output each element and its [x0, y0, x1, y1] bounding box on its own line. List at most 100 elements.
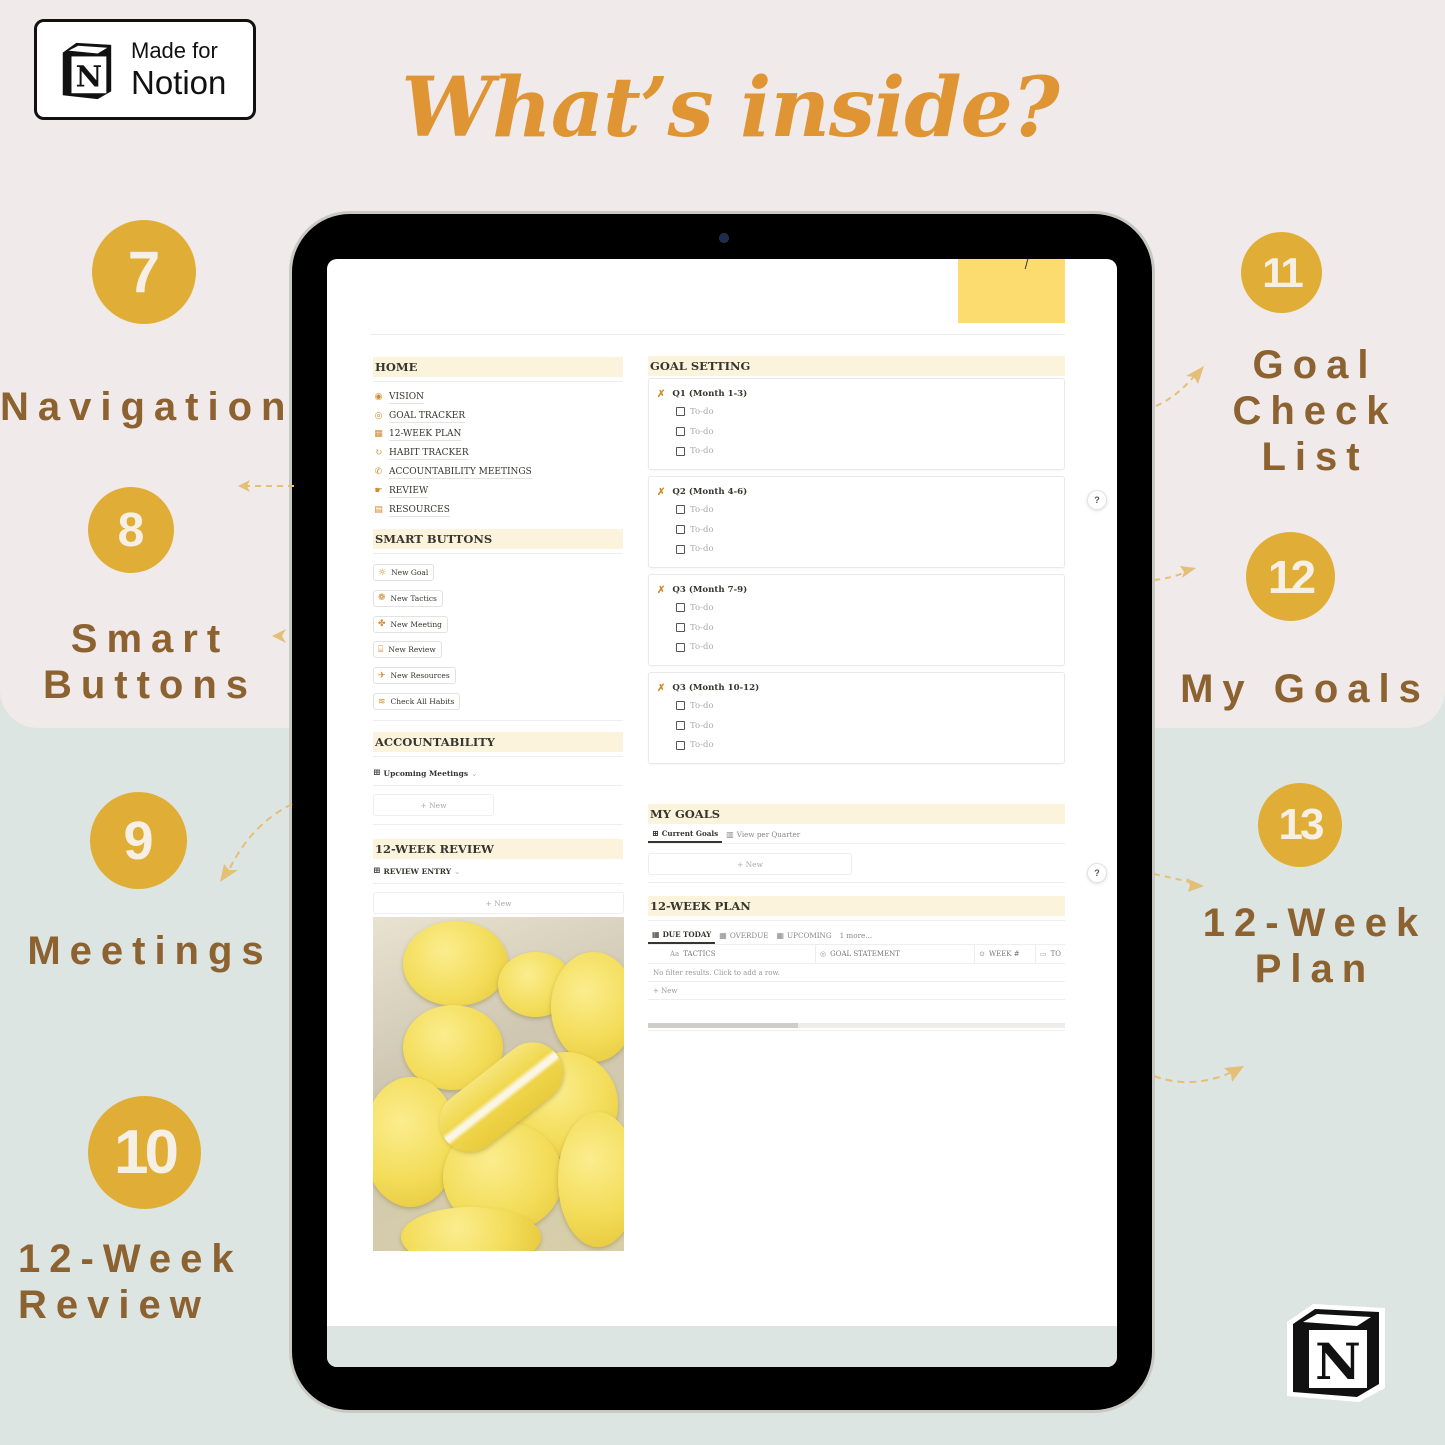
- todo-item[interactable]: To-do: [676, 598, 1056, 618]
- todo-item[interactable]: To-do: [676, 618, 1056, 638]
- callout-label-navigation: Navigation: [0, 385, 295, 429]
- todo-item[interactable]: To-do: [676, 520, 1056, 540]
- left-column: HOME ◉ VISION ◎ GOAL TRACKER ▦ 12-WEEK PLAN…: [373, 357, 624, 1252]
- todo-item[interactable]: To-do: [676, 500, 1056, 520]
- todo-item[interactable]: To-do: [676, 539, 1056, 559]
- nav-link-goal-tracker[interactable]: ◎ GOAL TRACKER: [373, 407, 623, 426]
- section-home-title: HOME: [373, 357, 623, 377]
- tab-view-per-quarter[interactable]: ▥ View per Quarter: [722, 830, 804, 843]
- new-meeting-button[interactable]: ✤ New Meeting: [373, 615, 448, 633]
- crossed-arrows-icon: ✗: [657, 682, 666, 694]
- column-header-week[interactable]: ⊙ WEEK #: [975, 945, 1036, 963]
- callout-number-10: 10: [88, 1096, 201, 1209]
- callout-label-12-week-review: 12-Week Review: [18, 1237, 243, 1327]
- todo-item[interactable]: To-do: [676, 716, 1056, 736]
- callout-label-my-goals: My Goals: [1180, 667, 1430, 711]
- checkbox[interactable]: [676, 427, 685, 437]
- puzzle-icon: ✤: [378, 619, 386, 630]
- upcoming-meetings-view-tab[interactable]: ⊞ Upcoming Meetings ⌄: [373, 763, 623, 783]
- checkbox[interactable]: [676, 505, 685, 515]
- nav-link-review[interactable]: ☛ REVIEW: [373, 482, 623, 501]
- section-goal-setting-title: GOAL SETTING: [648, 356, 1065, 376]
- nav-link-resources[interactable]: ▤ RESOURCES: [373, 501, 623, 520]
- horizontal-scrollbar[interactable]: [648, 1023, 1065, 1028]
- callout-label-goal-check-list: Goal Check List: [1232, 343, 1398, 479]
- nav-link-vision[interactable]: ◉ VISION: [373, 388, 623, 407]
- badge-line2: Notion: [131, 64, 227, 101]
- tab-current-goals[interactable]: ⊞ Current Goals: [648, 828, 723, 843]
- new-review-button[interactable]: ⌸ New Review: [373, 641, 442, 659]
- checkbox[interactable]: [676, 623, 685, 633]
- crossed-arrows-icon: ✗: [657, 486, 666, 498]
- section-smart-buttons-title: SMART BUTTONS: [373, 528, 623, 549]
- my-goals-new-button[interactable]: + New: [648, 853, 852, 875]
- todo-item[interactable]: To-do: [676, 735, 1056, 755]
- todo-item[interactable]: To-do: [676, 402, 1056, 422]
- accountability-new-button[interactable]: + New: [373, 794, 494, 817]
- new-goal-button[interactable]: ☼ New Goal: [373, 564, 435, 582]
- new-resources-button[interactable]: ✈ New Resources: [373, 667, 456, 685]
- check-all-habits-button[interactable]: ≋ Check All Habits: [373, 693, 461, 711]
- nav-link-accountability-meetings[interactable]: ✆ ACCOUNTABILITY MEETINGS: [373, 463, 623, 482]
- section-my-goals-title: MY GOALS: [648, 804, 1065, 824]
- made-for-notion-badge: N Made for Notion: [34, 19, 256, 120]
- empty-results-row[interactable]: No filter results. Click to add a row.: [648, 964, 1065, 982]
- callout-number-11: 11: [1241, 232, 1322, 313]
- new-tactics-button[interactable]: ❁ New Tactics: [373, 589, 443, 607]
- arrow-to-smart-buttons-icon: [272, 629, 286, 643]
- review-entry-view-tab[interactable]: ⊞ REVIEW ENTRY ⌄: [373, 861, 623, 881]
- chevron-down-icon: ⌄: [454, 866, 461, 876]
- phone-icon: ✆: [374, 467, 383, 478]
- nav-link-habit-tracker[interactable]: ↻ HABIT TRACKER: [373, 444, 623, 463]
- page-divider: [370, 334, 1065, 335]
- help-button[interactable]: ?: [1087, 490, 1107, 510]
- scrollbar-thumb[interactable]: [648, 1023, 799, 1028]
- checkbox[interactable]: [676, 525, 685, 535]
- quarter-card-q3: ✗ Q3 (Month 7-9) To-do To-do To-do: [648, 574, 1065, 666]
- callout-number-8: 8: [88, 487, 174, 573]
- sun-icon: ☼: [378, 567, 387, 578]
- checkbox[interactable]: [676, 544, 685, 554]
- callout-label-meetings: Meetings: [27, 929, 273, 973]
- eye-icon: ◉: [374, 391, 383, 402]
- checkbox[interactable]: [676, 446, 685, 456]
- calendar-icon: ▦: [374, 429, 383, 440]
- arrow-to-my-goals-icon: [1153, 566, 1196, 581]
- tab-more[interactable]: 1 more...: [836, 931, 877, 944]
- help-button[interactable]: ?: [1087, 863, 1107, 883]
- calendar-icon: ▦: [652, 929, 660, 939]
- column-header-tactics[interactable]: Aa TACTICS: [648, 945, 816, 963]
- column-header-goal-statement[interactable]: ◎ GOAL STATEMENT: [816, 945, 975, 963]
- checkbox[interactable]: [676, 603, 685, 613]
- checkbox[interactable]: [676, 642, 685, 652]
- checkbox[interactable]: [676, 701, 685, 711]
- todo-item[interactable]: To-do: [676, 441, 1056, 461]
- todo-item[interactable]: To-do: [676, 422, 1056, 442]
- gallery-icon: ⊞: [373, 768, 381, 779]
- right-column: GOAL SETTING ✗ Q1 (Month 1-3) To-do To-do…: [648, 356, 1065, 1037]
- gallery-icon: ⊞: [373, 866, 381, 877]
- todo-item[interactable]: To-do: [676, 696, 1056, 716]
- tab-due-today[interactable]: ▦ DUE TODAY: [648, 929, 716, 944]
- todo-item[interactable]: To-do: [676, 637, 1056, 657]
- checkbox[interactable]: [676, 407, 685, 417]
- home-nav-list: ◉ VISION ◎ GOAL TRACKER ▦ 12-WEEK PLAN ↻ HAB…: [373, 388, 623, 520]
- checkbox[interactable]: [676, 740, 685, 750]
- review-new-button[interactable]: + New: [373, 892, 624, 915]
- tab-upcoming[interactable]: ▦ UPCOMING: [773, 931, 836, 944]
- column-header-to[interactable]: ▭ TO: [1036, 945, 1065, 963]
- screen-footer-band: [327, 1326, 1117, 1367]
- notion-page-screen: HOME ◉ VISION ◎ GOAL TRACKER ▦ 12-WEEK PLAN…: [327, 259, 1117, 1367]
- chevron-down-icon: ⌄: [471, 768, 478, 778]
- checkbox[interactable]: [676, 721, 685, 731]
- nav-link-12-week-plan[interactable]: ▦ 12-WEEK PLAN: [373, 426, 623, 445]
- cover-sticky-note: [958, 259, 1065, 323]
- smart-buttons-list: ☼ New Goal ❁ New Tactics ✤ New Meeting ⌸ New…: [373, 560, 623, 715]
- plan-new-row-button[interactable]: + New: [648, 982, 1065, 1000]
- tab-overdue[interactable]: ▦ OVERDUE: [715, 931, 772, 944]
- target-icon: ◎: [820, 950, 827, 958]
- camera-icon: [719, 233, 729, 243]
- callout-number-7: 7: [92, 220, 196, 324]
- section-12-week-review-title: 12-WEEK REVIEW: [373, 839, 623, 860]
- svg-text:N: N: [76, 59, 103, 93]
